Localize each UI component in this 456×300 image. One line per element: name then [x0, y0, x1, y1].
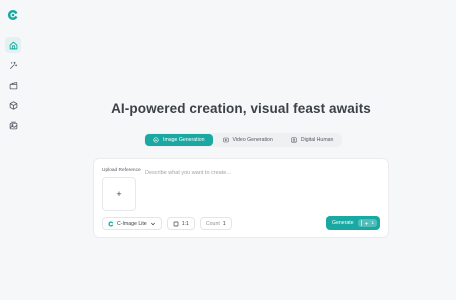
chevron-down-icon	[150, 222, 155, 225]
home-icon	[9, 41, 17, 49]
tab-video-generation[interactable]: Video Generation	[215, 134, 281, 146]
clapperboard-icon	[9, 81, 17, 89]
model-logo-icon	[108, 220, 114, 226]
upload-reference-label: Upload Reference	[102, 168, 141, 173]
generate-label: Generate	[332, 220, 354, 226]
sidebar-item-magic[interactable]	[5, 57, 21, 73]
image-icon	[153, 137, 159, 143]
sidebar-item-home[interactable]	[5, 37, 21, 53]
plus-icon: +	[116, 189, 122, 199]
sidebar-nav	[5, 37, 21, 133]
count-select[interactable]: Count 1	[199, 217, 232, 230]
app-logo[interactable]	[7, 8, 19, 20]
model-label: C-Image Lite	[117, 220, 147, 227]
hero-headline: AI-powered creation, visual feast awaits	[111, 101, 371, 116]
credit-cost-value: 1	[371, 220, 374, 226]
model-select[interactable]: C-Image Lite	[102, 217, 162, 230]
tab-label: Digital Human	[300, 137, 334, 143]
video-icon	[222, 137, 229, 143]
composer-controls: C-Image Lite 1:1 Count 1	[102, 217, 232, 230]
sparkle-wand-icon	[9, 61, 17, 69]
logo-icon	[7, 9, 18, 20]
tab-label: Image Generation	[163, 137, 205, 143]
count-label: Count	[205, 220, 220, 227]
sidebar-item-library[interactable]	[5, 117, 21, 133]
composer-card: Upload Reference + C-Image Lite 1:1	[93, 158, 389, 238]
cube-icon	[9, 100, 17, 110]
sidebar-item-assets[interactable]	[5, 97, 21, 113]
main-content: AI-powered creation, visual feast awaits…	[26, 0, 456, 300]
generate-button[interactable]: Generate 1	[326, 216, 380, 230]
gallery-icon	[9, 121, 17, 129]
tab-label: Video Generation	[232, 137, 273, 143]
tab-digital-human[interactable]: Digital Human	[283, 134, 342, 146]
prompt-input[interactable]	[145, 170, 380, 176]
sidebar	[0, 0, 26, 300]
sparkle-icon	[364, 220, 369, 226]
digital-human-icon	[291, 137, 297, 143]
sidebar-item-video[interactable]	[5, 77, 21, 93]
tab-image-generation[interactable]: Image Generation	[145, 134, 213, 146]
cost-divider	[360, 220, 362, 226]
aspect-ratio-label: 1:1	[181, 220, 189, 227]
mode-tabs: Image Generation Video Generation Digita…	[144, 133, 343, 147]
upload-reference-button[interactable]: +	[102, 177, 136, 211]
aspect-ratio-select[interactable]: 1:1	[166, 217, 195, 230]
credit-cost-badge: 1	[357, 219, 377, 227]
aspect-ratio-icon	[173, 221, 179, 226]
count-value: 1	[222, 220, 226, 227]
